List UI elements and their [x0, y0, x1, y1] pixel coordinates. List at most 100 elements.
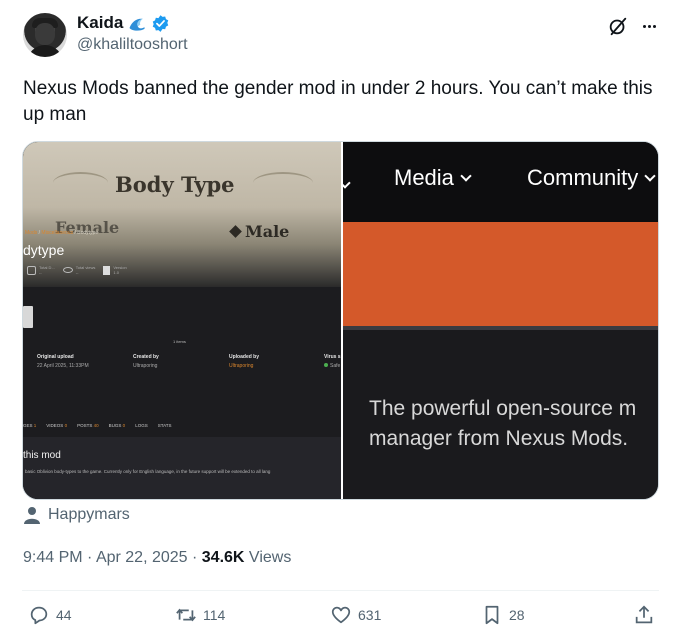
meta-uploaded-by: Uploaded by Ultraporing: [229, 354, 259, 369]
document-icon: [103, 265, 111, 275]
like-count: 631: [358, 607, 382, 623]
hero-divider: [343, 326, 658, 330]
reply-count: 44: [56, 607, 72, 623]
meta-key: Uploaded by: [229, 354, 260, 360]
bookmark-count: 28: [509, 607, 525, 623]
action-bar: 44 114 631 28: [0, 604, 681, 630]
avatar-body: [27, 45, 63, 57]
bookmark-button[interactable]: 28: [481, 604, 525, 626]
nav-media: Media: [394, 165, 472, 191]
mod-title: dytype: [23, 242, 65, 258]
gallery-thumbnail: [23, 306, 33, 328]
tweet-timestamp: 9:44 PM · Apr 22, 2025 · 34.6K Views: [23, 549, 291, 567]
tweet-date[interactable]: Apr 22, 2025: [96, 549, 188, 566]
tab-label: GES: [23, 423, 33, 428]
section-description: basic Oblivion body-types to the game. C…: [25, 469, 271, 474]
stat-value: 1.0: [113, 270, 119, 275]
repost-count: 114: [203, 607, 226, 623]
stat-version: Version 1.0: [103, 265, 127, 275]
app-description: The powerful open-source m manager from …: [369, 394, 636, 454]
meta-value: Safe: [330, 363, 341, 369]
banner-title: Body Type: [115, 172, 235, 197]
separator: ·: [82, 549, 96, 566]
tab-stats: STATS: [158, 423, 172, 428]
tagged-user[interactable]: Happymars: [24, 506, 130, 524]
chevron-down-icon: [460, 170, 472, 182]
avatar[interactable]: [23, 13, 67, 57]
tab-images: GES 1: [23, 423, 36, 428]
tab-count: 1: [33, 423, 37, 428]
tagged-user-name: Happymars: [48, 506, 130, 523]
eye-icon: [62, 267, 73, 273]
stat-label: Total views: [75, 265, 96, 270]
tab-label: BUGS: [108, 423, 122, 428]
meta-original-upload: Original upload 22 April 2025, 11:33PM: [37, 354, 89, 369]
tab-label: POSTS: [77, 423, 93, 428]
share-icon: [635, 605, 653, 624]
repost-button[interactable]: 114: [175, 604, 225, 626]
more-icon[interactable]: [638, 15, 660, 37]
mod-tabs: GES 1 VIDEOS 0 POSTS 40 BUGS 0 LOGS STAT…: [23, 423, 172, 428]
meta-value: Ultraporing: [229, 363, 254, 369]
breadcrumb-section: Miscellaneous: [41, 230, 74, 236]
repost-icon: [176, 608, 196, 622]
bookmark-icon: [485, 605, 499, 625]
stat-value: --: [39, 270, 42, 275]
tab-label: LOGS: [135, 423, 148, 428]
tweet-text: Nexus Mods banned the gender mod in unde…: [23, 78, 658, 125]
option-male-label: Male: [245, 222, 290, 241]
section-title: this mod: [23, 450, 61, 461]
tab-count: 0: [64, 423, 68, 428]
breadcrumb: Mods / Miscellaneous / Bodytype: [25, 230, 98, 236]
avatar-face: [35, 23, 55, 45]
meta-value: 22 April 2025, 11:33PM: [37, 363, 89, 369]
media-grid[interactable]: Body Type Female Male Mods / Miscellaneo…: [22, 141, 659, 500]
meta-key: Original upload: [37, 354, 74, 360]
reply-icon: [30, 606, 48, 625]
tab-bugs: BUGS 0: [109, 423, 126, 428]
tab-label: STATS: [157, 423, 172, 428]
views-count: 34.6K: [201, 549, 245, 566]
views-label: Views: [244, 549, 292, 566]
stat-views: Total views --: [62, 265, 96, 275]
meta-value: Ultraporing: [133, 363, 158, 369]
author-handle[interactable]: @khaliltooshort: [77, 36, 188, 54]
option-male: Male: [229, 222, 290, 241]
person-icon: [24, 507, 40, 524]
tab-videos: VIDEOS 0: [46, 423, 67, 428]
tab-count: 40: [93, 423, 99, 428]
app-description-line: The powerful open-source m: [369, 397, 637, 420]
media-image-left[interactable]: Body Type Female Male Mods / Miscellaneo…: [23, 142, 341, 499]
meta-created-by: Created by Ultraporing: [133, 354, 159, 369]
tweet-time[interactable]: 9:44 PM: [23, 549, 83, 566]
separator: ·: [187, 549, 202, 566]
tweet-card: Kaida @khaliltooshort Nexus Mods banned …: [0, 0, 681, 641]
chevron-down-icon: [644, 170, 656, 182]
author-name[interactable]: Kaida: [77, 13, 123, 33]
verified-icon[interactable]: [151, 14, 170, 33]
share-button[interactable]: [633, 604, 655, 626]
chart-icon: [27, 265, 36, 275]
chevron-down-icon: [343, 170, 351, 193]
grok-icon[interactable]: [607, 15, 629, 37]
like-button[interactable]: 631: [330, 604, 381, 626]
media-image-right[interactable]: Media Community The powerful open-source…: [343, 142, 658, 499]
hero-banner: [343, 222, 658, 326]
breadcrumb-home: Mods: [25, 230, 38, 236]
tab-logs: LOGS: [135, 423, 148, 428]
author-name-row: Kaida: [77, 12, 170, 34]
nav-media-label: Media: [394, 165, 454, 190]
tab-posts: POSTS 40: [77, 423, 99, 428]
tab-count: 0: [122, 423, 126, 428]
meta-key: Created by: [133, 354, 159, 360]
diamond-icon: [229, 225, 242, 238]
meta-virus-scan: Virus s Safe: [324, 354, 341, 369]
wave-icon: [129, 18, 145, 31]
status-dot-icon: [324, 363, 328, 367]
divider: [22, 590, 659, 591]
mod-stats: Total D... -- Total views -- Version 1.0: [27, 265, 127, 275]
app-description-line: manager from Nexus Mods.: [369, 427, 629, 450]
stat-value: --: [75, 270, 79, 275]
nav-community: Community: [527, 165, 656, 191]
reply-button[interactable]: 44: [28, 604, 72, 626]
